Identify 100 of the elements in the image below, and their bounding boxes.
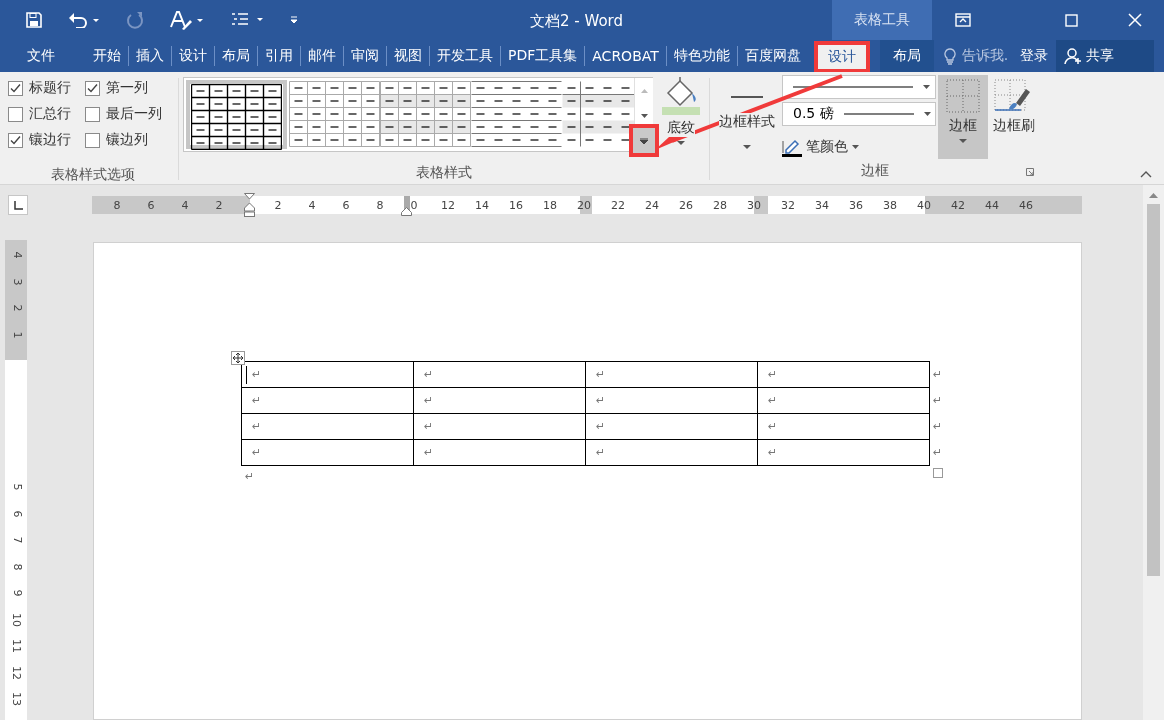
maximize-icon[interactable] [1065, 13, 1078, 27]
caret-down-icon [959, 139, 967, 143]
tell-me-field[interactable]: 告诉我. [961, 47, 1009, 65]
lightbulb-icon [943, 47, 956, 65]
hanging-indent-marker-icon[interactable] [401, 207, 412, 216]
ruler-number: 0 [410, 198, 418, 212]
checkbox-square-icon[interactable] [85, 80, 100, 96]
window-title: 文档2 - Word [530, 12, 624, 31]
ruler-number: 44 [985, 198, 999, 212]
border-painter-button[interactable]: 边框刷 [990, 75, 1038, 162]
scrollbar-thumb[interactable] [1147, 204, 1160, 576]
paragraph-mark: ↵ [252, 446, 262, 459]
ribbon-tab[interactable]: 审阅 [344, 40, 386, 72]
line-style-dropdown[interactable] [782, 75, 936, 99]
ribbon-tab[interactable]: 布局 [215, 40, 257, 72]
paint-bucket-icon [660, 77, 702, 115]
pen-color-button[interactable]: 笔颜色 [782, 137, 936, 157]
vertical-scrollbar[interactable] [1143, 185, 1164, 720]
paragraph-mark: ↵ [596, 368, 606, 381]
group-label: 边框 [861, 162, 889, 180]
borders-grid-icon [946, 79, 980, 113]
ruler-number: 30 [747, 198, 761, 212]
ruler-number: 6 [10, 510, 22, 518]
ribbon-tab[interactable]: PDF工具集 [501, 40, 585, 72]
ribbon-tab[interactable]: ACROBAT [585, 40, 666, 72]
table-move-handle-icon[interactable] [231, 351, 245, 365]
ruler-number: 13 [10, 692, 22, 707]
ruler-number: 5 [10, 483, 22, 491]
ribbon-tab[interactable]: 文件 [20, 40, 62, 72]
text-cursor [246, 366, 247, 384]
ribbon-tab[interactable]: 特色功能 [666, 40, 737, 72]
table-style-thumbnail[interactable] [380, 80, 471, 149]
gallery-more-button[interactable] [629, 124, 659, 157]
save-icon[interactable] [26, 12, 42, 28]
checkbox-square-icon[interactable] [85, 106, 100, 122]
caret-up-icon [640, 88, 648, 93]
close-icon[interactable] [1128, 13, 1142, 27]
ruler-number: 4 [181, 198, 189, 212]
checkbox[interactable]: 标题行 [8, 79, 85, 97]
tab-selector-button[interactable] [8, 195, 28, 215]
checkbox-square-icon[interactable] [85, 132, 100, 148]
ruler-number: 4 [10, 251, 22, 259]
table-resize-handle[interactable] [933, 468, 943, 478]
collapse-ribbon-icon[interactable] [1140, 171, 1152, 178]
ruler-number: 2 [274, 198, 282, 212]
paragraph-mark: ↵ [768, 394, 778, 407]
checkbox-square-icon[interactable] [8, 106, 23, 122]
line-sample-icon [843, 112, 914, 116]
ribbon-tab[interactable]: 视图 [387, 40, 429, 72]
checkbox[interactable]: 镶边行 [8, 131, 85, 149]
ruler-number: 24 [645, 198, 659, 212]
ribbon-display-icon[interactable] [955, 13, 971, 27]
ruler-number: 10 [10, 612, 22, 627]
line-weight-dropdown[interactable]: 0.5 磅 [782, 102, 936, 126]
ribbon-tab[interactable]: 引用 [258, 40, 300, 72]
customize-icon[interactable] [290, 16, 298, 24]
ruler-number: 12 [10, 665, 22, 680]
paragraph-mark: ↵ [768, 368, 778, 381]
ruler-number: 26 [679, 198, 693, 212]
ribbon-tab[interactable]: 设计 [172, 40, 214, 72]
sign-in-link[interactable]: 登录 [1020, 47, 1049, 65]
ribbon-tab[interactable]: 布局 [879, 40, 934, 72]
checkbox-square-icon[interactable] [8, 80, 23, 96]
spelling-icon[interactable] [170, 10, 204, 30]
table-style-thumbnail[interactable] [186, 80, 287, 149]
redo-icon [126, 11, 144, 29]
ruler-number: 8 [113, 198, 121, 212]
ribbon-tab[interactable]: 邮件 [301, 40, 343, 72]
group-label: 表格样式选项 [50, 166, 136, 184]
scroll-up-icon[interactable] [1149, 193, 1158, 198]
line-icon [731, 95, 763, 99]
shading-button[interactable]: 底纹 [657, 77, 705, 164]
borders-button[interactable]: 边框 [938, 75, 988, 159]
paragraph-mark: ↵ [252, 368, 262, 381]
share-button[interactable]: 共享 [1056, 40, 1155, 72]
ribbon-tab[interactable]: 开发工具 [430, 40, 500, 72]
person-add-icon [1064, 47, 1083, 65]
caret-down-icon [923, 112, 931, 116]
ribbon-tab[interactable]: 开始 [86, 40, 128, 72]
checkbox[interactable]: 第一列 [85, 79, 180, 97]
caret-down-icon [677, 141, 685, 145]
checkbox-square-icon[interactable] [8, 132, 23, 148]
ruler-number: 8 [376, 198, 384, 212]
table-style-thumbnail[interactable] [289, 80, 380, 149]
indent-marker-icon[interactable] [244, 193, 255, 217]
ribbon-tab[interactable]: 设计 [813, 41, 870, 73]
dialog-launcher-icon[interactable] [1026, 168, 1034, 176]
checkbox[interactable]: 汇总行 [8, 105, 85, 123]
ribbon-tab[interactable]: 百度网盘 [737, 40, 808, 72]
table-style-thumbnail[interactable] [471, 80, 562, 149]
caret-down-icon [923, 85, 930, 89]
checkbox[interactable]: 镶边列 [85, 131, 180, 149]
table-style-thumbnail[interactable] [562, 80, 634, 149]
undo-icon[interactable] [68, 12, 100, 28]
more-icon [640, 137, 648, 144]
ruler-number: 8 [10, 563, 22, 571]
border-styles-button[interactable]: 边框样式 [714, 75, 780, 162]
ribbon-tab[interactable]: 插入 [129, 40, 171, 72]
checkbox[interactable]: 最后一列 [85, 105, 180, 123]
ruler-number: 12 [441, 198, 455, 212]
